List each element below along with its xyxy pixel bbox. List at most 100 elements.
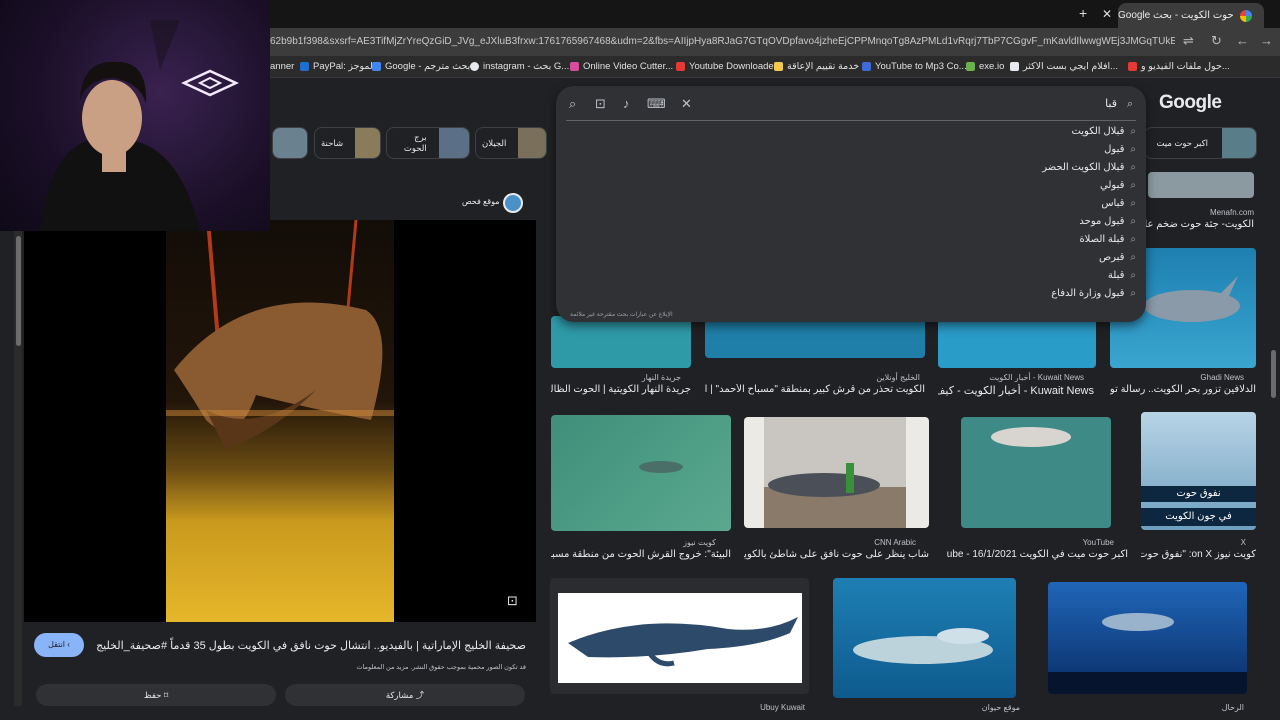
suggestion-item[interactable]: ⌕ قبولي	[1100, 180, 1136, 191]
result-title[interactable]: Kuwait News - أخبار الكويت - كيف...	[938, 384, 1094, 397]
save-button[interactable]: حفظ ⌑	[36, 684, 276, 706]
bookmark-item[interactable]: افلام ايجي بست الاكثر...	[1010, 61, 1118, 72]
bookmark-icon	[1010, 62, 1019, 71]
chevron-icon: ‹	[67, 640, 70, 649]
preview-source[interactable]: موقع فحص	[462, 197, 500, 206]
result-image[interactable]	[1148, 172, 1254, 198]
suggestion-item[interactable]: ⌕ قبول	[1104, 144, 1136, 155]
microphone-icon[interactable]: ♪	[623, 96, 630, 111]
chip-thumbnail	[1222, 128, 1256, 158]
preview-title[interactable]: صحيفة الخليج الإماراتية | بالفيديو.. انت…	[96, 639, 526, 652]
result-title[interactable]: البيئة": خروج القرش الحوت من منطقة مسباح…	[551, 549, 731, 560]
result-image[interactable]	[551, 316, 691, 368]
overlay-caption: في جون الكويت	[1141, 508, 1256, 526]
search-box	[556, 86, 1146, 322]
search-icon: ⌕	[1127, 98, 1134, 110]
whale-illustration	[166, 219, 394, 450]
clear-icon[interactable]: ✕	[681, 96, 692, 112]
suggestion-item[interactable]: ⌕ قبول وزارة الدفاع	[1051, 288, 1136, 299]
preview-scrollbar-thumb[interactable]	[16, 236, 21, 346]
report-suggestions-link[interactable]: الإبلاغ عن عبارات بحث مقترحة غير ملائمة	[570, 311, 673, 318]
result-source[interactable]: YouTube	[942, 538, 1114, 547]
suggestion-item[interactable]: ⌕ قبرص	[1099, 252, 1136, 263]
result-title[interactable]: اكبر حوت ميت في الكويت 16/1/2021 - ube	[942, 549, 1128, 560]
related-chip[interactable]: برج الحوت	[386, 127, 470, 159]
result-title[interactable]: جريدة النهار الكويتية | الحوت الظالم...	[551, 384, 691, 395]
bookmark-item[interactable]: حول ملفات الفيديو و...	[1128, 61, 1230, 72]
search-input[interactable]: قبا	[1060, 97, 1117, 110]
bookmark-item[interactable]: exe.io	[966, 61, 1004, 72]
result-source[interactable]: Menafn.com	[1150, 208, 1254, 217]
result-image[interactable]	[1048, 582, 1247, 694]
result-card[interactable]	[550, 578, 809, 694]
lens-search-icon[interactable]: ⊡	[507, 593, 518, 609]
visit-button[interactable]: انتقل ‹	[34, 633, 84, 657]
suggestion-item[interactable]: ⌕ قباس	[1101, 198, 1136, 209]
result-image[interactable]	[705, 316, 925, 358]
suggestion-item[interactable]: ⌕ قبلة الصلاة	[1079, 234, 1136, 245]
reload-icon[interactable]: ↻	[1211, 33, 1222, 49]
related-chip[interactable]: اكبر حوت ميت	[1144, 127, 1257, 159]
result-title[interactable]: كويت نيوز on X: "نفوق حوت...	[1141, 549, 1256, 560]
related-chip[interactable]: الجيلان	[475, 127, 547, 159]
related-chip[interactable]: شاحنة	[314, 127, 381, 159]
bookmark-item[interactable]: خدمة تقييم الإعاقة	[774, 61, 859, 72]
copyright-note: قد تكون الصور محمية بموجب حقوق النشر. مز…	[356, 664, 526, 671]
suggestion-item[interactable]: ⌕ قبلال الكويت الحضر	[1042, 162, 1136, 173]
bookmark-item[interactable]: instagram - بحث G...	[470, 61, 569, 72]
back-icon[interactable]: ←	[1236, 33, 1249, 48]
new-tab-button[interactable]: +	[1079, 5, 1087, 21]
google-logo[interactable]: Google	[1159, 92, 1222, 114]
result-image[interactable]: نفوق حوت في جون الكويت	[1141, 412, 1256, 530]
mp3-icon	[862, 62, 871, 71]
page-scrollbar-thumb[interactable]	[1271, 350, 1276, 398]
aquarium-illustration	[1048, 613, 1247, 694]
related-chip[interactable]	[272, 127, 308, 159]
close-tab-icon[interactable]: ✕	[1102, 7, 1112, 21]
bookmark-item[interactable]: PayPal: الموجز	[300, 61, 375, 72]
keyboard-icon[interactable]: ⌨	[647, 96, 666, 112]
forward-icon[interactable]: →	[1260, 33, 1273, 48]
bookmark-item[interactable]: Google - بحث مترجم	[372, 61, 470, 72]
share-button[interactable]: مشاركة ⤴	[285, 684, 525, 706]
result-title[interactable]: الكويت تحذر من قرش كبير بمنطقة "مسباح ال…	[705, 384, 925, 395]
bookmark-item[interactable]: YouTube to Mp3 Co...	[862, 61, 967, 72]
tab-active[interactable]: حوت الكويت - بحث Google	[1118, 3, 1264, 28]
search-icon[interactable]: ⌕	[569, 96, 576, 112]
google-icon	[470, 62, 479, 71]
bookmark-item[interactable]: Online Video Cutter...	[570, 61, 673, 72]
result-image[interactable]	[938, 316, 1096, 368]
result-image[interactable]	[744, 417, 929, 528]
result-source[interactable]: Ghadi News	[1110, 373, 1244, 382]
result-source[interactable]: X	[1141, 538, 1246, 547]
result-source[interactable]: Kuwait News - أخبار الكويت	[938, 373, 1084, 382]
suggestion-item[interactable]: ⌕ قبول موحد	[1079, 216, 1136, 227]
result-title[interactable]: شاب ينظر على حوت نافق على شاطئ بالكويت -…	[744, 549, 929, 560]
result-title[interactable]: الدلافين تزور بحر الكويت.. رسالة تو...	[1110, 384, 1256, 395]
result-image[interactable]	[961, 417, 1111, 528]
suggestion-item[interactable]: ⌕ قبلة	[1108, 270, 1136, 281]
result-source[interactable]: موقع حيوان	[900, 703, 1020, 712]
bookmark-item[interactable]: Youtube Downloade...	[676, 61, 782, 72]
result-source[interactable]: الخليج أونلاين	[705, 373, 920, 382]
result-source[interactable]: Ubuy Kuwait	[700, 703, 805, 712]
whale-shark-illustration	[639, 461, 683, 473]
search-icon: ⌕	[1130, 252, 1136, 263]
streamer-logo	[181, 69, 239, 97]
result-source[interactable]: CNN Arabic	[744, 538, 916, 547]
result-source[interactable]: كويت نيوز	[551, 538, 716, 547]
preview-image[interactable]	[166, 219, 394, 622]
blue-whale-illustration	[568, 617, 798, 667]
result-source[interactable]: جريدة النهار	[551, 373, 681, 382]
chip-thumbnail	[518, 128, 546, 158]
result-image[interactable]	[833, 578, 1016, 698]
result-image[interactable]	[558, 593, 802, 683]
translate-icon	[372, 62, 381, 71]
result-source[interactable]: الرحال	[1140, 703, 1244, 712]
lens-icon[interactable]: ⊡	[595, 96, 606, 112]
suggestion-item[interactable]: ⌕ قبلال الكويت	[1071, 126, 1136, 137]
result-image[interactable]	[551, 415, 731, 531]
url-field[interactable]: 62b9b1f398&sxsrf=AE3TifMjZrYreQzGiD_JVg_…	[270, 36, 1175, 47]
bookmark-item[interactable]: anner	[270, 61, 294, 72]
tune-icon[interactable]: ⇌	[1183, 33, 1194, 49]
